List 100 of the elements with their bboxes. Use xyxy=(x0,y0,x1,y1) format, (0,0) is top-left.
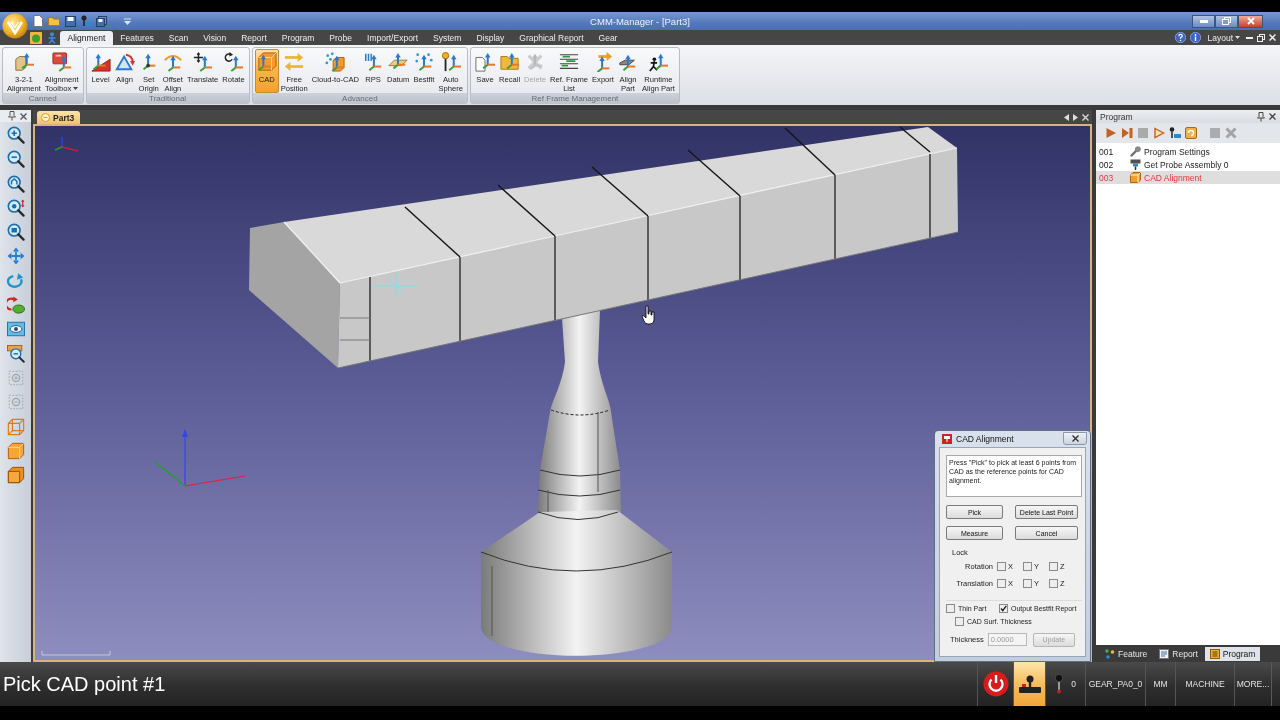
restore-icon[interactable] xyxy=(1257,33,1265,42)
play-from-icon[interactable] xyxy=(1153,127,1165,139)
checkbox[interactable] xyxy=(1023,562,1032,571)
program-step[interactable]: 002 Get Probe Assembly 0 xyxy=(1096,158,1280,171)
scale-bar xyxy=(41,650,111,656)
program-step[interactable]: 001 Program Settings xyxy=(1096,145,1280,158)
ribbon-tab[interactable]: Features xyxy=(112,31,162,45)
zoom-in-icon[interactable] xyxy=(6,126,25,144)
status-message: Pick CAD point #1 xyxy=(2,672,166,696)
dialog-title: CAD Alignment xyxy=(956,434,1014,444)
checkbox[interactable] xyxy=(1023,579,1032,588)
layout-menu[interactable]: Layout xyxy=(1205,32,1242,43)
zoom-out-icon[interactable] xyxy=(6,150,25,169)
panel-tab[interactable]: Report xyxy=(1154,647,1203,661)
view-icon[interactable] xyxy=(6,320,25,339)
list-icon xyxy=(1209,649,1220,659)
probe-icon[interactable] xyxy=(1169,127,1181,139)
close-icon[interactable] xyxy=(20,112,27,120)
step-label: Get Probe Assembly 0 xyxy=(1144,159,1229,170)
ribbon-tab[interactable]: System xyxy=(425,31,469,45)
joystick-button[interactable] xyxy=(1013,662,1045,706)
status-button[interactable]: GEAR_PA0_0 xyxy=(1085,662,1145,706)
ribbon-tab[interactable]: Program xyxy=(274,31,322,45)
close-icon[interactable] xyxy=(1269,113,1276,120)
shaded-cube-icon[interactable] xyxy=(6,441,25,460)
status-button[interactable]: MM xyxy=(1145,662,1175,706)
step-label: CAD Alignment xyxy=(1144,172,1202,183)
zoom-window-icon[interactable] xyxy=(6,223,25,242)
ribbon-tab[interactable]: Alignment xyxy=(60,31,113,45)
panel-tab[interactable]: Feature xyxy=(1100,647,1153,661)
checkbox[interactable] xyxy=(999,604,1008,613)
document-tab[interactable]: Part3 xyxy=(37,111,81,124)
pan-icon[interactable] xyxy=(6,247,25,266)
zoom-tag-icon[interactable] xyxy=(6,344,25,363)
panel-title: Program xyxy=(1100,111,1134,122)
arrows-icon xyxy=(284,52,305,72)
move-axes-icon xyxy=(192,52,213,72)
checkbox[interactable] xyxy=(946,604,955,613)
minimize-button[interactable] xyxy=(1192,14,1215,28)
sphere-icon[interactable] xyxy=(30,31,42,44)
ribbon-tab[interactable]: Graphical Report xyxy=(511,31,592,45)
save-icon[interactable] xyxy=(65,15,76,27)
minimize-icon xyxy=(1199,19,1208,23)
ribbon-tab[interactable]: Scan xyxy=(161,31,196,45)
power-icon[interactable] xyxy=(982,671,1009,697)
status-button[interactable]: MACHINE xyxy=(1175,662,1234,706)
maximize-button[interactable] xyxy=(1215,14,1238,28)
rotate-part-icon[interactable] xyxy=(6,296,25,315)
step-label: Program Settings xyxy=(1144,146,1210,157)
rotate-icon[interactable] xyxy=(6,271,25,290)
close-icon xyxy=(1071,434,1079,442)
close-button[interactable] xyxy=(1238,14,1263,28)
ribbon-tab[interactable]: Vision xyxy=(195,31,234,45)
close-icon xyxy=(1246,17,1255,25)
checkbox[interactable] xyxy=(997,579,1006,588)
help-icon[interactable] xyxy=(1175,32,1187,43)
pin-icon[interactable] xyxy=(1257,111,1265,122)
checkbox[interactable] xyxy=(997,562,1006,571)
person-icon[interactable] xyxy=(47,31,57,44)
app-orb-icon[interactable] xyxy=(2,13,28,39)
axis-triad-icon xyxy=(54,136,79,152)
ribbon-tab[interactable]: Display xyxy=(468,31,512,45)
zoom-fit-icon[interactable] xyxy=(6,174,25,193)
ribbon-tab[interactable]: Report xyxy=(233,31,275,45)
axis-triad-icon xyxy=(154,429,246,487)
minimize-icon[interactable] xyxy=(1246,36,1253,39)
caret-icon[interactable] xyxy=(124,17,131,25)
close-button[interactable] xyxy=(1063,431,1087,445)
joystick-icon xyxy=(1017,674,1042,694)
block-axes-icon xyxy=(13,52,34,72)
document-axes-icon xyxy=(475,52,495,72)
ribbon-tab[interactable]: Import/Export xyxy=(359,31,426,45)
plane-axes-icon xyxy=(388,52,409,72)
folder-axes-icon xyxy=(499,52,520,72)
caret-icon xyxy=(1235,36,1240,39)
pin-icon[interactable] xyxy=(8,111,16,121)
info-icon[interactable] xyxy=(1190,32,1202,43)
checkbox[interactable] xyxy=(955,617,964,626)
zoom-extents-icon[interactable] xyxy=(6,198,25,217)
origin-marker-icon xyxy=(373,271,419,297)
checkbox[interactable] xyxy=(1049,562,1058,571)
probe-icon[interactable] xyxy=(1055,674,1064,694)
refresh-icon[interactable] xyxy=(1185,127,1197,139)
scroll-left-icon[interactable] xyxy=(1064,113,1069,121)
bestfit-axes-icon xyxy=(413,52,434,72)
play-icon[interactable] xyxy=(1105,127,1117,139)
save-all-icon[interactable] xyxy=(96,15,107,27)
new-file-icon[interactable] xyxy=(33,15,43,27)
hand-cursor-icon xyxy=(641,305,655,325)
triangle-arrow-icon xyxy=(114,52,135,72)
checkbox[interactable] xyxy=(1049,579,1058,588)
ramp-axes-icon xyxy=(90,52,111,72)
step-icon[interactable] xyxy=(1121,127,1133,139)
shaded-cube-icon[interactable] xyxy=(6,466,25,485)
scroll-right-icon[interactable] xyxy=(1073,113,1078,121)
stylus-axes-icon xyxy=(440,52,461,72)
ribbon-tab[interactable]: Probe xyxy=(321,31,360,45)
panel-tab[interactable]: Program xyxy=(1204,647,1261,661)
ribbon-tab[interactable]: Gear xyxy=(591,31,625,45)
status-button[interactable]: MORE... xyxy=(1234,662,1271,706)
